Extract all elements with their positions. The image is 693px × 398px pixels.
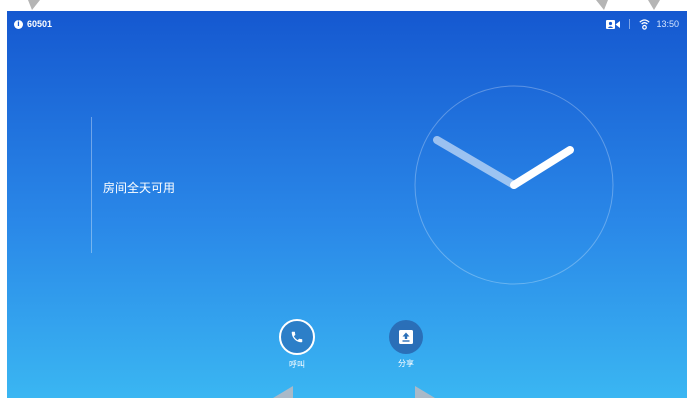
call-button-circle[interactable] [279, 319, 315, 355]
phone-icon [291, 331, 303, 343]
hour-hand [433, 136, 518, 189]
share-button-circle[interactable] [389, 320, 423, 354]
status-divider [629, 19, 631, 29]
minute-hand [510, 146, 574, 189]
share-button[interactable]: 分享 [376, 320, 436, 369]
system-number: 60501 [27, 19, 53, 29]
bottom-arrow-left-icon [273, 386, 293, 398]
room-availability-text: 房间全天可用 [103, 181, 176, 195]
status-time: 13:50 [656, 19, 679, 29]
status-bar-left[interactable]: i 60501 [14, 19, 52, 29]
info-icon: i [14, 19, 23, 29]
call-label: 呼叫 [289, 360, 305, 369]
divider-line [91, 117, 92, 253]
touch-panel-screen: i 60501 13:50 房间全天可用 呼叫 分享 [7, 11, 687, 398]
status-bar-right: 13:50 [606, 18, 679, 30]
call-button[interactable]: 呼叫 [267, 319, 327, 370]
share-upload-icon [399, 330, 413, 344]
bottom-arrow-right-icon [415, 386, 435, 398]
analog-clock [414, 85, 614, 285]
share-label: 分享 [398, 359, 414, 368]
wifi-icon [639, 18, 651, 30]
camera-icon[interactable] [606, 19, 621, 29]
